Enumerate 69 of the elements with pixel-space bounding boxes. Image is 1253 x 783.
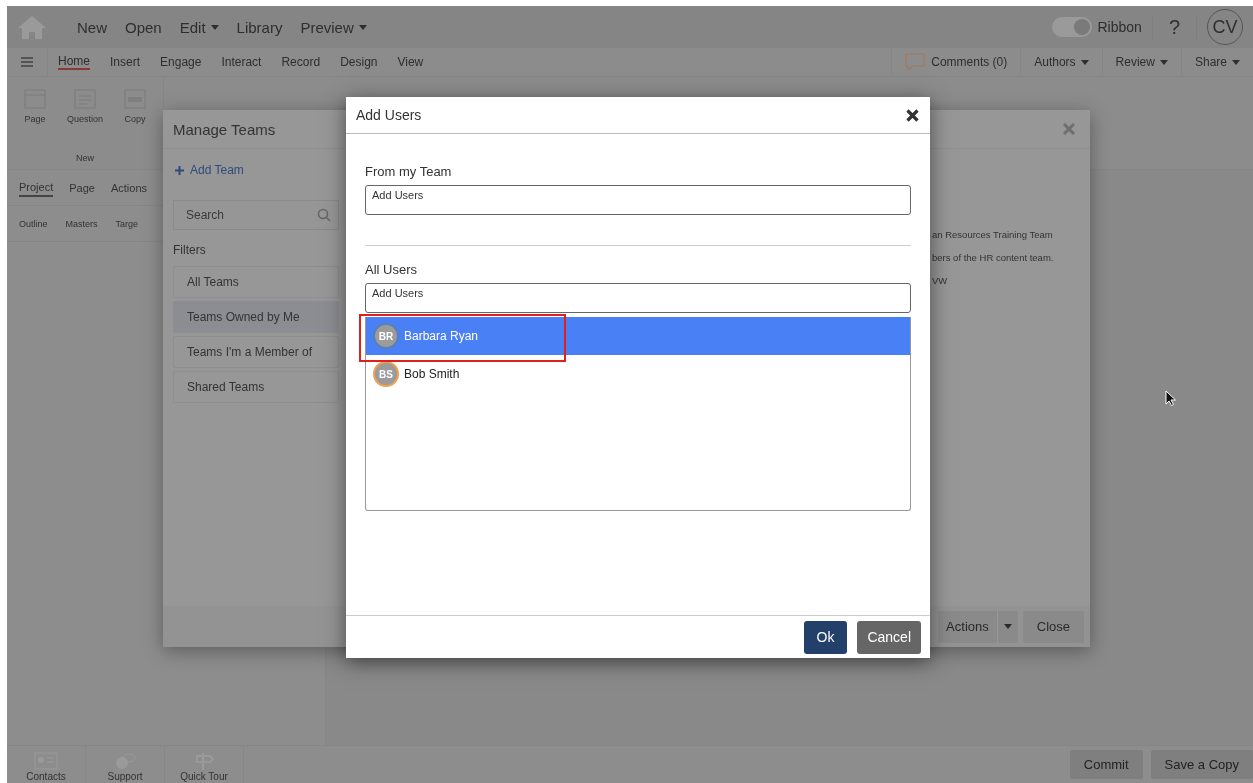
menu-item[interactable]: Library <box>236 18 283 36</box>
menu-item[interactable]: New <box>77 18 107 36</box>
dropdown-button[interactable]: Share <box>1180 48 1253 76</box>
dropdown-button[interactable]: Review <box>1101 48 1181 76</box>
close-icon <box>906 108 919 122</box>
ribbon-tab[interactable]: Insert <box>110 55 141 69</box>
panel-tab[interactable]: Actions <box>110 179 148 196</box>
toolbar-button[interactable]: Support <box>86 746 165 783</box>
dropdown-button[interactable]: Authors <box>1020 48 1102 76</box>
caret-icon <box>1080 59 1089 65</box>
help-button[interactable]: ? <box>1151 15 1197 39</box>
menu-item[interactable]: Preview <box>300 18 367 36</box>
actions-button[interactable]: Actions <box>938 610 1018 643</box>
field-label: All Users <box>365 262 417 277</box>
ribbon-tab[interactable]: Home <box>58 54 90 70</box>
ribbon-tab[interactable]: Design <box>340 55 378 69</box>
close-icon <box>1063 123 1075 135</box>
filter-item[interactable]: Teams Owned by Me <box>173 301 339 333</box>
footer-button[interactable]: Save a Copy <box>1150 750 1253 779</box>
ribbon-tab[interactable]: View <box>397 55 424 69</box>
ribbon-tab[interactable]: Record <box>281 55 321 69</box>
mouse-cursor-icon <box>1165 390 1176 406</box>
ribbon-button[interactable]: Question <box>65 89 105 124</box>
detail-text: bers of the HR content team. <box>932 252 1054 265</box>
field-label: From my Team <box>365 164 452 179</box>
speech-bubble-icon <box>905 53 926 71</box>
panel-tab[interactable]: Page <box>69 179 95 196</box>
toggle-label: Ribbon <box>1097 19 1142 35</box>
detail-text: VW <box>932 275 948 288</box>
avatar-initials: BR <box>373 323 399 349</box>
avatar-initials: BS <box>373 361 399 387</box>
caret-icon <box>1232 59 1240 65</box>
add-team-link[interactable]: Add Team <box>175 162 244 178</box>
close-button[interactable]: Close <box>1022 610 1084 643</box>
ribbon-button[interactable]: Copy <box>115 89 155 124</box>
toolbar-button[interactable]: Contacts <box>7 746 86 783</box>
filter-item[interactable]: Teams I'm a Member of <box>173 336 339 368</box>
group-label: New <box>76 153 94 163</box>
filter-item[interactable]: All Teams <box>173 266 339 298</box>
caret-icon <box>1003 624 1012 629</box>
ribbon-tab[interactable]: Interact <box>221 55 262 69</box>
ok-button[interactable]: Ok <box>803 620 848 654</box>
plus-icon <box>175 165 184 175</box>
filter-item[interactable]: Shared Teams <box>173 371 339 403</box>
panel-subtab[interactable]: Outline <box>19 218 48 229</box>
search-field[interactable]: Search <box>173 200 339 230</box>
cancel-button[interactable]: Cancel <box>857 620 921 654</box>
detail-text: an Resources Training Team <box>932 229 1053 242</box>
panel-subtab[interactable]: Targe <box>115 218 139 229</box>
menu-item[interactable]: Edit <box>179 18 219 36</box>
footer-button[interactable]: Commit <box>1069 750 1143 779</box>
comments-button[interactable]: Comments (0) <box>891 48 1021 76</box>
menu-item[interactable]: Open <box>125 18 162 36</box>
dialog-title: Add Users <box>356 107 422 123</box>
ribbon-toggle[interactable] <box>1051 17 1092 37</box>
user-search-field[interactable]: Add Users <box>365 185 911 215</box>
menu-icon <box>21 57 33 67</box>
dialog-title: Manage Teams <box>173 120 276 138</box>
user-search-field[interactable]: Add Users <box>365 283 911 313</box>
panel-subtab[interactable]: Masters <box>65 218 98 229</box>
section-label: Filters <box>173 243 206 257</box>
caret-icon <box>1159 59 1168 65</box>
panel-tab[interactable]: Project <box>19 178 54 197</box>
ribbon-tab[interactable]: Engage <box>160 55 202 69</box>
toolbar-button[interactable]: Quick Tour <box>165 746 244 783</box>
search-icon <box>317 208 331 222</box>
ribbon-button[interactable]: Page <box>15 89 55 124</box>
user-option[interactable]: BS Bob Smith <box>366 355 910 393</box>
user-option[interactable]: BR Barbara Ryan <box>366 317 910 355</box>
